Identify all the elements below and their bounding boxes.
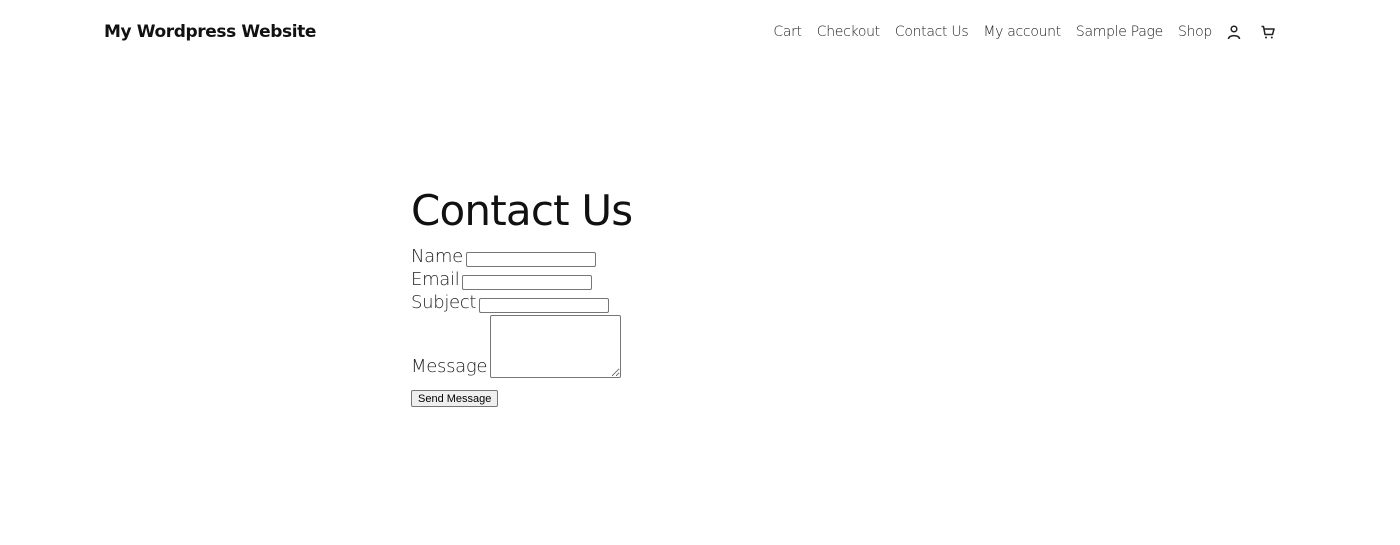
name-row: Name xyxy=(411,245,1011,268)
contact-form: Name Email Subject Message Send Message xyxy=(411,245,1011,407)
message-row: Message xyxy=(411,315,1011,378)
site-title[interactable]: My Wordpress Website xyxy=(104,22,316,42)
email-input[interactable] xyxy=(462,275,593,290)
message-label: Message xyxy=(411,356,488,377)
email-row: Email xyxy=(411,268,1011,291)
nav-item-checkout[interactable]: Checkout xyxy=(817,24,880,40)
nav-item-contact-us[interactable]: Contact Us xyxy=(895,24,969,40)
subject-input[interactable] xyxy=(479,298,610,313)
page-title: Contact Us xyxy=(411,186,633,235)
name-label: Name xyxy=(411,246,463,267)
user-icon[interactable] xyxy=(1222,20,1246,44)
name-input[interactable] xyxy=(465,252,596,267)
page: My Wordpress Website Cart Checkout Conta… xyxy=(0,0,1400,545)
main-nav: Cart Checkout Contact Us My account Samp… xyxy=(773,20,1280,44)
email-label: Email xyxy=(411,269,460,290)
nav-item-cart[interactable]: Cart xyxy=(773,24,802,40)
message-textarea[interactable] xyxy=(490,315,622,378)
subject-label: Subject xyxy=(411,292,477,313)
main-content: Contact Us Name Email Subject Message Se… xyxy=(411,185,1011,407)
cart-icon[interactable] xyxy=(1256,20,1280,44)
send-message-button[interactable]: Send Message xyxy=(411,390,499,407)
subject-row: Subject xyxy=(411,291,1011,314)
nav-item-shop[interactable]: Shop xyxy=(1178,24,1212,40)
site-header: My Wordpress Website Cart Checkout Conta… xyxy=(104,18,1280,46)
nav-item-sample-page[interactable]: Sample Page xyxy=(1076,24,1163,40)
nav-item-my-account[interactable]: My account xyxy=(983,24,1061,40)
